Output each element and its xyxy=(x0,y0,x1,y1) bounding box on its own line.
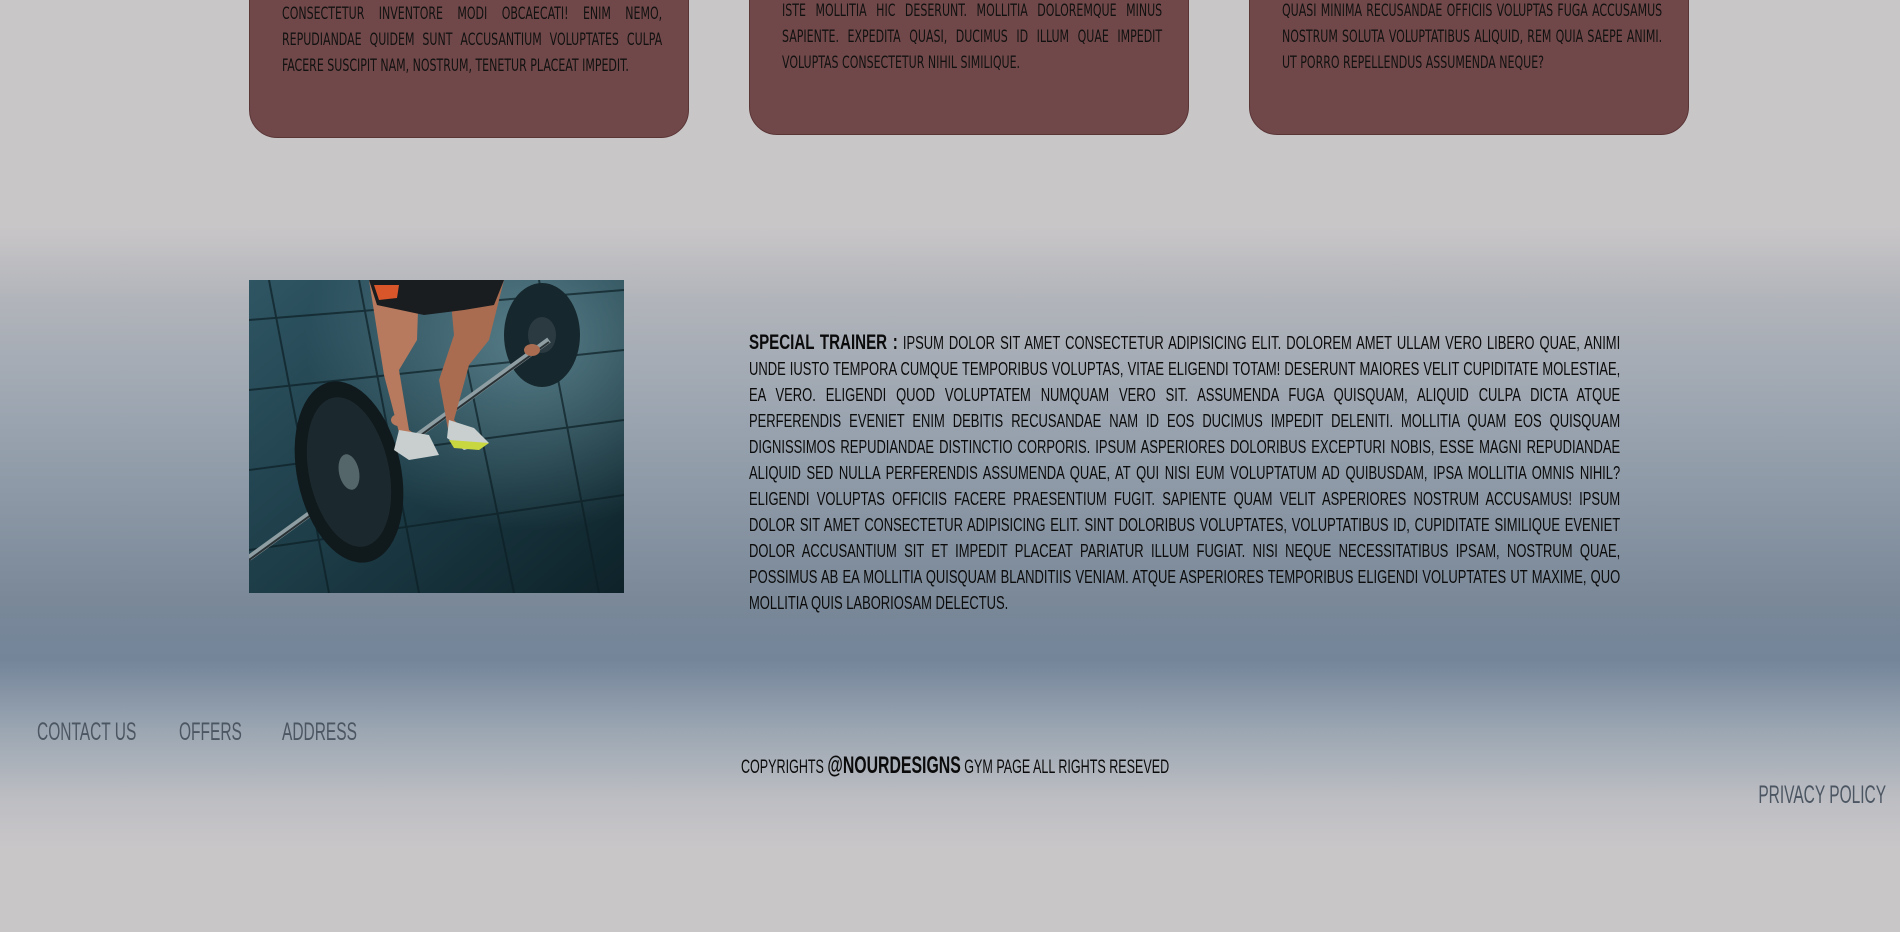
feature-card-text: consectetur inventore modi obcaecati! En… xyxy=(282,4,663,76)
trainer-body: Ipsum dolor sit amet consectetur adipisi… xyxy=(749,333,1621,613)
brand-name: @NourDesigns xyxy=(827,752,961,779)
feature-card-text: iste mollitia hic deserunt. Mollitia dol… xyxy=(782,1,1163,73)
feature-card-3: quasi minima recusandae officiis volupta… xyxy=(1249,0,1689,135)
copyright-notice: Copyrights @NourDesigns Gym page all rig… xyxy=(741,752,1169,780)
feature-card-text: quasi minima recusandae officiis volupta… xyxy=(1282,1,1663,73)
feature-card-1: consectetur inventore modi obcaecati! En… xyxy=(249,0,689,138)
trainer-heading: Special trainer : xyxy=(749,331,898,354)
feature-card-2: iste mollitia hic deserunt. Mollitia dol… xyxy=(749,0,1189,135)
deadlift-image xyxy=(249,280,624,593)
trainer-description: Special trainer : Ipsum dolor sit amet c… xyxy=(749,330,1620,616)
privacy-policy-link[interactable]: Privacy policy xyxy=(1758,781,1886,810)
footer-link-address[interactable]: Address xyxy=(282,718,357,747)
copyright-prefix: Copyrights xyxy=(741,757,824,778)
footer-link-contact[interactable]: Contact us xyxy=(37,718,136,747)
footer-link-offers[interactable]: Offers xyxy=(179,718,242,747)
trainer-photo xyxy=(249,280,624,593)
copyright-suffix: Gym page all rights reseved xyxy=(964,757,1170,778)
